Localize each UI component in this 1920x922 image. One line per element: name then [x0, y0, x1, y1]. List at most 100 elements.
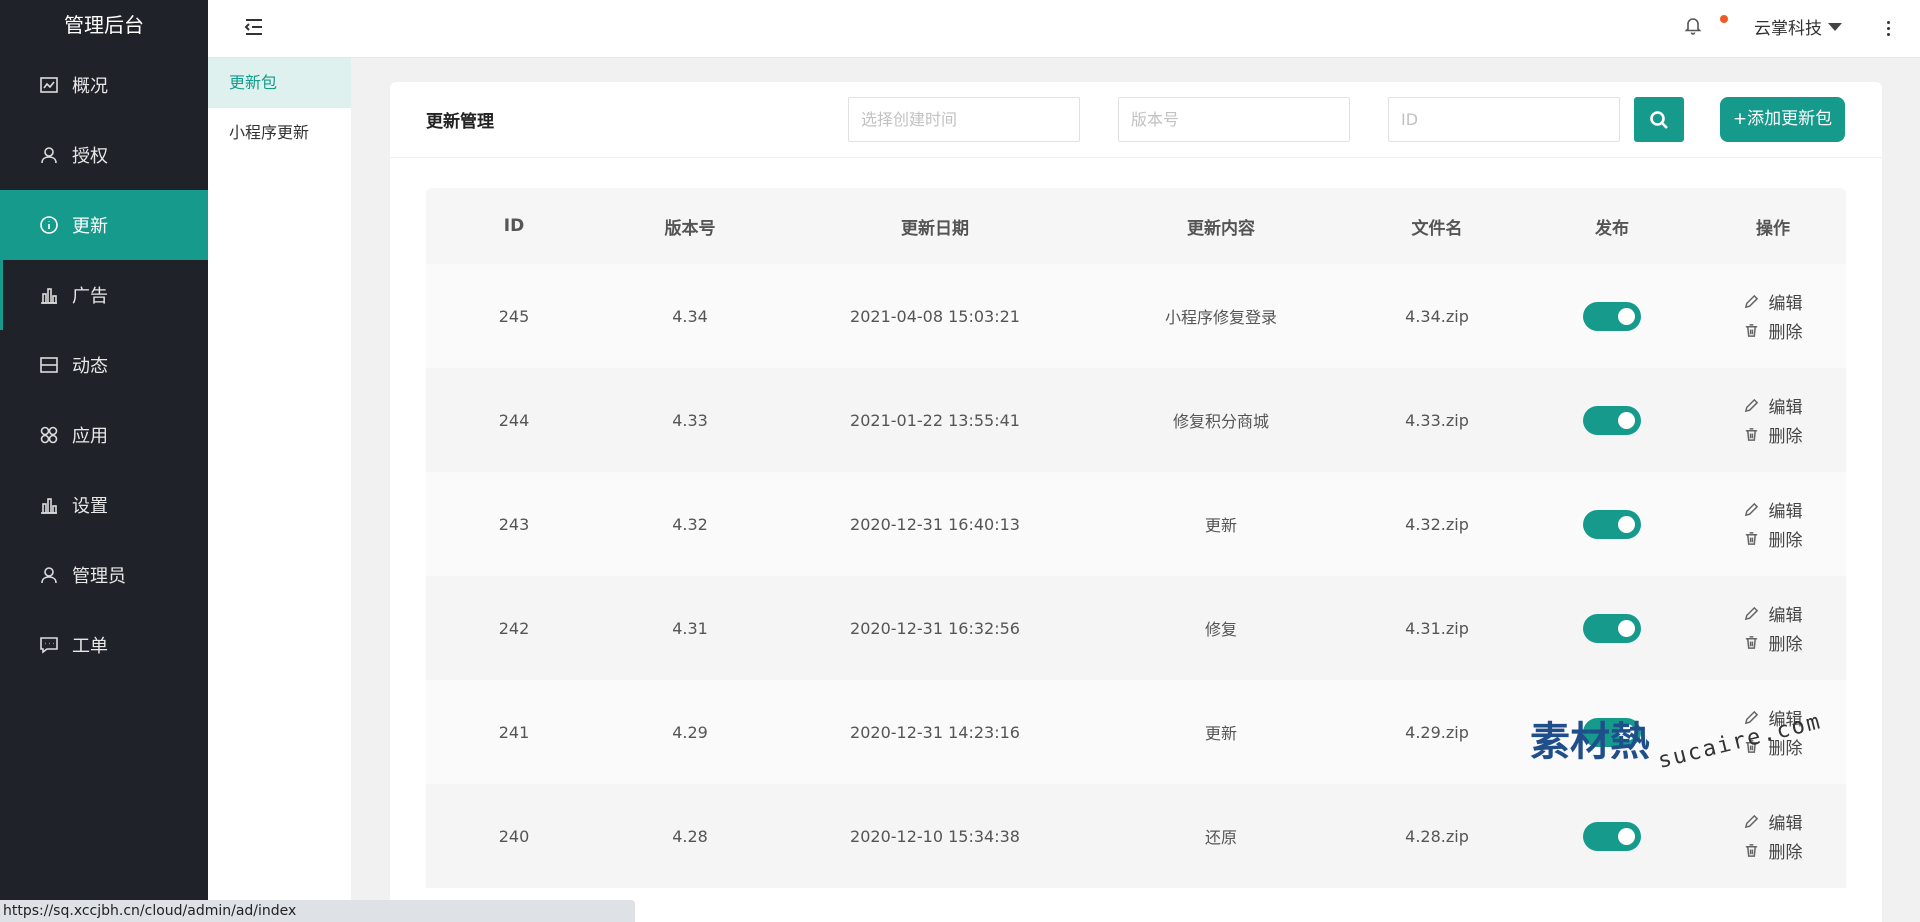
cell-id: 244 — [498, 410, 530, 430]
delete-button[interactable]: 删除 — [1744, 630, 1803, 655]
search-button[interactable] — [1634, 97, 1684, 142]
toggle-knob — [1618, 723, 1635, 741]
publish-toggle[interactable] — [1583, 717, 1641, 747]
user-menu[interactable]: 云掌科技 — [1754, 14, 1842, 39]
pencil-icon — [1744, 606, 1758, 621]
sidebar: 管理后台 概况 授权 更新 广告 动态 应用 设置 管理员 工单 — [0, 0, 208, 922]
menu-toggle-icon[interactable] — [243, 16, 269, 42]
bell-icon[interactable] — [1683, 15, 1707, 39]
toggle-knob — [1618, 411, 1635, 429]
delete-button[interactable]: 删除 — [1744, 422, 1803, 447]
cell-date: 2021-01-22 13:55:41 — [850, 410, 1020, 430]
cell-publish — [1524, 821, 1700, 851]
pencil-icon — [1744, 294, 1758, 309]
sidebar-item-feed[interactable]: 动态 — [0, 330, 208, 400]
cell-actions: 编辑 删除 — [1700, 705, 1846, 759]
cell-version: 4.29 — [672, 722, 708, 742]
trash-icon — [1745, 324, 1757, 337]
delete-button[interactable]: 删除 — [1744, 526, 1803, 551]
publish-toggle[interactable] — [1583, 509, 1641, 539]
sidebar-item-apps[interactable]: 应用 — [0, 400, 208, 470]
cell-version: 4.33 — [672, 410, 708, 430]
trash-icon — [1745, 740, 1757, 753]
trash-icon — [1745, 844, 1757, 857]
more-vertical-icon[interactable] — [1878, 14, 1898, 42]
sidebar-item-auth[interactable]: 授权 — [0, 120, 208, 190]
sidebar-item-admin[interactable]: 管理员 — [0, 540, 208, 610]
search-icon — [1650, 110, 1668, 129]
cell-file: 4.33.zip — [1405, 410, 1469, 430]
delete-label: 删除 — [1768, 635, 1803, 655]
sub-navigation: 更新包 小程序更新 — [208, 58, 351, 922]
toggle-knob — [1618, 307, 1635, 325]
update-management-card: 更新管理 +添加更新包 ID 版本号 更新日期 更新内容 文件名 发布 操作 2… — [390, 82, 1882, 922]
table-row: 241 4.29 2020-12-31 14:23:16 更新 4.29.zip… — [426, 680, 1846, 784]
delete-label: 删除 — [1768, 427, 1803, 447]
id-filter-input[interactable] — [1388, 97, 1620, 142]
table-row: 242 4.31 2020-12-31 16:32:56 修复 4.31.zip… — [426, 576, 1846, 680]
edit-button[interactable]: 编辑 — [1744, 705, 1803, 730]
delete-label: 删除 — [1768, 739, 1803, 759]
edit-label: 编辑 — [1768, 710, 1803, 730]
table-row: 240 4.28 2020-12-10 15:34:38 还原 4.28.zip… — [426, 784, 1846, 888]
publish-toggle[interactable] — [1583, 613, 1641, 643]
trash-icon — [1745, 428, 1757, 441]
cell-file: 4.29.zip — [1405, 722, 1469, 742]
sidebar-item-label: 设置 — [72, 496, 108, 517]
edit-button[interactable]: 编辑 — [1744, 497, 1803, 522]
cell-actions: 编辑 删除 — [1700, 497, 1846, 551]
cell-publish — [1524, 405, 1700, 435]
table-body: 245 4.34 2021-04-08 15:03:21 小程序修复登录 4.3… — [426, 264, 1846, 888]
cell-date: 2021-04-08 15:03:21 — [850, 306, 1020, 326]
cell-file: 4.28.zip — [1405, 826, 1469, 846]
cell-file: 4.31.zip — [1405, 618, 1469, 638]
publish-toggle[interactable] — [1583, 301, 1641, 331]
cell-actions: 编辑 删除 — [1700, 393, 1846, 447]
date-filter-input[interactable] — [848, 97, 1080, 142]
cell-content: 更新 — [1204, 516, 1237, 535]
cell-id: 241 — [498, 722, 530, 742]
table-header: ID 版本号 更新日期 更新内容 文件名 发布 操作 — [426, 188, 1846, 264]
pencil-icon — [1744, 502, 1758, 517]
delete-button[interactable]: 删除 — [1744, 318, 1803, 343]
edit-label: 编辑 — [1768, 814, 1803, 834]
add-package-button[interactable]: +添加更新包 — [1720, 97, 1845, 142]
column-header-actions: 操作 — [1756, 218, 1790, 239]
sidebar-item-label: 授权 — [72, 146, 108, 167]
sidebar-item-label: 动态 — [72, 356, 108, 377]
subnav-item-miniprogram[interactable]: 小程序更新 — [208, 108, 351, 158]
sidebar-item-tickets[interactable]: 工单 — [0, 610, 208, 680]
cell-publish — [1524, 301, 1700, 331]
column-header-content: 更新内容 — [1187, 218, 1255, 239]
pencil-icon — [1744, 710, 1758, 725]
delete-button[interactable]: 删除 — [1744, 734, 1803, 759]
publish-toggle[interactable] — [1583, 821, 1641, 851]
user-icon — [38, 144, 60, 166]
cell-date: 2020-12-10 15:34:38 — [850, 826, 1020, 846]
column-header-id: ID — [503, 216, 525, 236]
publish-toggle[interactable] — [1583, 405, 1641, 435]
cell-publish — [1524, 717, 1700, 747]
card-title: 更新管理 — [426, 112, 494, 132]
delete-label: 删除 — [1768, 323, 1803, 343]
edit-button[interactable]: 编辑 — [1744, 289, 1803, 314]
sidebar-item-settings[interactable]: 设置 — [0, 470, 208, 540]
caret-down-icon — [1828, 22, 1842, 31]
column-header-publish: 发布 — [1595, 218, 1629, 239]
cell-date: 2020-12-31 14:23:16 — [850, 722, 1020, 742]
edit-button[interactable]: 编辑 — [1744, 393, 1803, 418]
sidebar-item-update[interactable]: 更新 — [0, 190, 208, 260]
edit-button[interactable]: 编辑 — [1744, 809, 1803, 834]
card-header: 更新管理 +添加更新包 — [390, 82, 1882, 158]
cell-date: 2020-12-31 16:32:56 — [850, 618, 1020, 638]
delete-button[interactable]: 删除 — [1744, 838, 1803, 863]
sidebar-item-overview[interactable]: 概况 — [0, 50, 208, 120]
subnav-item-packages[interactable]: 更新包 — [208, 58, 351, 108]
edit-button[interactable]: 编辑 — [1744, 601, 1803, 626]
sidebar-item-ads[interactable]: 广告 — [0, 260, 208, 330]
version-filter-input[interactable] — [1118, 97, 1350, 142]
toggle-knob — [1618, 827, 1635, 845]
sidebar-item-label: 更新 — [72, 216, 108, 237]
sidebar-item-label: 管理员 — [72, 566, 126, 587]
delete-label: 删除 — [1768, 843, 1803, 863]
